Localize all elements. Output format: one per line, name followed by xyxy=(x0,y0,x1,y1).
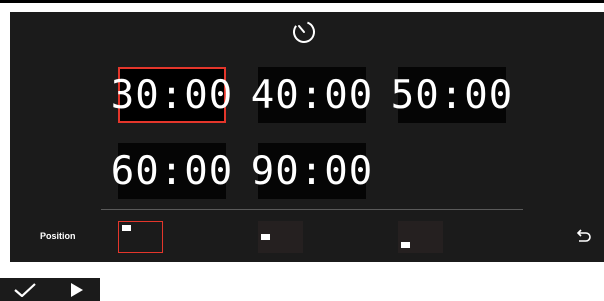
play-icon[interactable] xyxy=(70,283,84,297)
duration-option-40[interactable]: 40:00 xyxy=(251,67,372,123)
position-marker xyxy=(122,225,131,231)
separator-line xyxy=(101,209,523,210)
duration-option-90[interactable]: 90:00 xyxy=(251,143,372,199)
position-bar xyxy=(10,215,604,262)
position-option-bottom-left[interactable] xyxy=(398,221,443,253)
duration-label: 40:00 xyxy=(250,72,374,118)
timer-icon xyxy=(293,21,315,43)
position-option-middle-left[interactable] xyxy=(258,221,303,253)
return-arrow-icon[interactable] xyxy=(574,229,592,245)
duration-option-60[interactable]: 60:00 xyxy=(111,143,232,199)
duration-label: 30:00 xyxy=(110,72,234,118)
duration-label: 60:00 xyxy=(110,148,234,194)
duration-option-30[interactable]: 30:00 xyxy=(111,67,232,123)
position-label: Position xyxy=(40,231,76,241)
duration-label: 50:00 xyxy=(390,72,514,118)
duration-option-50[interactable]: 50:00 xyxy=(391,67,512,123)
checkmark-icon[interactable] xyxy=(13,283,37,297)
duration-label: 90:00 xyxy=(250,148,374,194)
top-border xyxy=(0,0,604,3)
position-marker xyxy=(261,234,270,240)
position-marker xyxy=(401,242,410,248)
position-option-top-left[interactable] xyxy=(118,221,163,253)
